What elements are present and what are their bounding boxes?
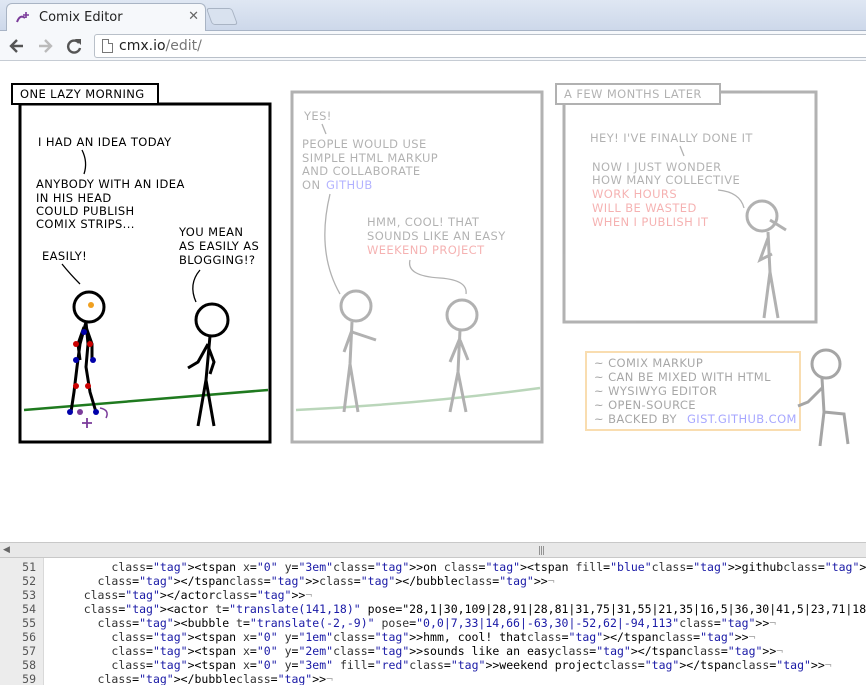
move-handle-icon[interactable] [82, 418, 92, 428]
panel-2-line: WEEKEND PROJECT [367, 243, 485, 257]
splitter-grip-icon[interactable]: ||| [538, 546, 545, 556]
tab-strip: Comix Editor ✕ [0, 0, 866, 31]
gist-link[interactable]: GIST.GITHUB.COM [687, 412, 797, 426]
line-number: 53 [22, 588, 36, 602]
url-path: /edit/ [165, 38, 202, 54]
line-number: 56 [22, 630, 36, 644]
panel-3-line: NOW I JUST WONDER [592, 160, 721, 174]
reload-button[interactable] [63, 35, 85, 57]
comic-svg: ONE LAZY MORNING I HAD AN IDEA TODAY ANY… [11, 83, 850, 447]
panel-2-line: PEOPLE WOULD USE [302, 137, 427, 151]
panel-3: A FEW MONTHS LATER HEY! I'VE FINALLY DON… [555, 83, 818, 324]
panel-3-line: WHEN I PUBLISH IT [592, 215, 709, 229]
tab-comix-editor[interactable]: Comix Editor ✕ [6, 3, 206, 31]
code-line[interactable]: 52 class="tag"></tspanclass="tag">>class… [0, 574, 866, 588]
url-host: cmx.io [119, 38, 166, 54]
feature-item: ~ COMIX MARKUP [594, 356, 703, 370]
panel-1-line: AS EASILY AS [179, 239, 259, 253]
panel-1-line: YOU MEAN [178, 225, 243, 239]
code-text: class="tag"><actor t="translate(141,18)"… [83, 602, 866, 616]
code-text: class="tag"></tspanclass="tag">>class="t… [97, 574, 555, 588]
code-line[interactable]: 53 class="tag"></actorclass="tag">>¬ [0, 588, 866, 602]
panel-1-line: ANYBODY WITH AN IDEA [36, 177, 185, 191]
line-number: 55 [22, 616, 36, 630]
comic-canvas[interactable]: ONE LAZY MORNING I HAD AN IDEA TODAY ANY… [0, 62, 866, 542]
panel-2-line: HMM, COOL! THAT [367, 215, 480, 229]
code-text: class="tag"></bubbleclass="tag">>¬ [97, 672, 334, 685]
panel-1-line: COULD PUBLISH [36, 204, 135, 218]
code-text: class="tag"><bubble t="translate(-2,-9)"… [97, 616, 777, 630]
panel-1-title: ONE LAZY MORNING [20, 87, 145, 101]
panel-1-line: BLOGGING!? [179, 253, 255, 267]
stick-figure-selected[interactable] [67, 290, 108, 428]
horizontal-scrollbar[interactable]: ◀ ||| [0, 542, 866, 558]
line-number: 58 [22, 658, 36, 672]
feature-item: ~ CAN BE MIXED WITH HTML [594, 370, 771, 384]
code-text: class="tag"><tspan x="0" y="1em"class="t… [111, 630, 756, 644]
panel-3-line: HEY! I'VE FINALLY DONE IT [590, 131, 753, 145]
code-editor[interactable]: 51 class="tag"><tspan x="0" y="3em"class… [0, 558, 866, 685]
url-text: cmx.io/edit/ [119, 38, 202, 54]
browser-toolbar: cmx.io/edit/ [0, 31, 866, 61]
scroll-left-arrow-icon[interactable]: ◀ [3, 545, 10, 555]
code-line[interactable]: 58 class="tag"><tspan x="0" y="3em" fill… [0, 658, 866, 672]
line-number: 52 [22, 574, 36, 588]
tab-title: Comix Editor [39, 10, 123, 25]
features-box: ~ COMIX MARKUP ~ CAN BE MIXED WITH HTML … [585, 348, 850, 447]
code-text: class="tag"><tspan x="0" y="2em"class="t… [111, 644, 784, 658]
panel-3-title: A FEW MONTHS LATER [564, 87, 702, 101]
code-line[interactable]: 54 class="tag"><actor t="translate(141,1… [0, 602, 866, 616]
address-bar[interactable]: cmx.io/edit/ [94, 34, 866, 58]
panel-1-line: I HAD AN IDEA TODAY [38, 135, 172, 149]
code-text: class="tag"><tspan x="0" y="3em"class="t… [111, 560, 866, 574]
panel-1-line: IN HIS HEAD [36, 191, 112, 205]
feature-item: ~ WYSIWYG EDITOR [594, 384, 717, 398]
stick-figure [187, 302, 230, 427]
panel-1-line: EASILY! [42, 249, 87, 263]
page-icon [102, 39, 113, 53]
feature-item: ~ OPEN-SOURCE [594, 398, 696, 412]
back-arrow-icon [9, 39, 23, 53]
panel-2-line: YES! [303, 109, 332, 123]
code-line[interactable]: 59 class="tag"></bubbleclass="tag">>¬ [0, 672, 866, 685]
reload-icon [67, 39, 82, 54]
code-text: class="tag"><tspan x="0" y="3em" fill="r… [111, 658, 832, 672]
panel-2-line: SOUNDS LIKE AN EASY [367, 229, 506, 243]
line-number: 57 [22, 644, 36, 658]
line-number: 54 [22, 602, 36, 616]
feature-item: ~ BACKED BY [594, 412, 677, 426]
browser-window: Comix Editor ✕ cmx.io/edit/ ONE LAZY MOR… [0, 0, 866, 685]
panel-3-line: WORK HOURS [592, 187, 677, 201]
panel-3-line: HOW MANY COLLECTIVE [592, 173, 740, 187]
panel-2: YES! PEOPLE WOULD USE SIMPLE HTML MARKUP… [290, 90, 544, 444]
code-line[interactable]: 51 class="tag"><tspan x="0" y="3em"class… [0, 560, 866, 574]
panel-2-line: ON [302, 178, 320, 192]
panel-2-line: AND COLLABORATE [302, 164, 421, 178]
forward-arrow-icon [39, 39, 53, 53]
line-number: 59 [22, 672, 36, 685]
tab-close-icon[interactable]: ✕ [188, 9, 199, 24]
panel-2-line: SIMPLE HTML MARKUP [302, 151, 438, 165]
code-text: class="tag"></actorclass="tag">>¬ [83, 588, 313, 602]
line-number: 51 [22, 560, 36, 574]
back-button[interactable] [6, 35, 28, 57]
code-line[interactable]: 56 class="tag"><tspan x="0" y="1em"class… [0, 630, 866, 644]
forward-button[interactable] [34, 35, 56, 57]
panel-1-line: COMIX STRIPS... [36, 217, 135, 231]
code-line[interactable]: 57 class="tag"><tspan x="0" y="2em"class… [0, 644, 866, 658]
github-link[interactable]: GITHUB [326, 178, 373, 192]
comix-favicon-icon [16, 12, 29, 23]
panel-3-line: WILL BE WASTED [592, 201, 697, 215]
new-tab-button[interactable] [205, 8, 239, 25]
panel-1: ONE LAZY MORNING I HAD AN IDEA TODAY ANY… [11, 83, 272, 444]
code-line[interactable]: 55 class="tag"><bubble t="translate(-2,-… [0, 616, 866, 630]
